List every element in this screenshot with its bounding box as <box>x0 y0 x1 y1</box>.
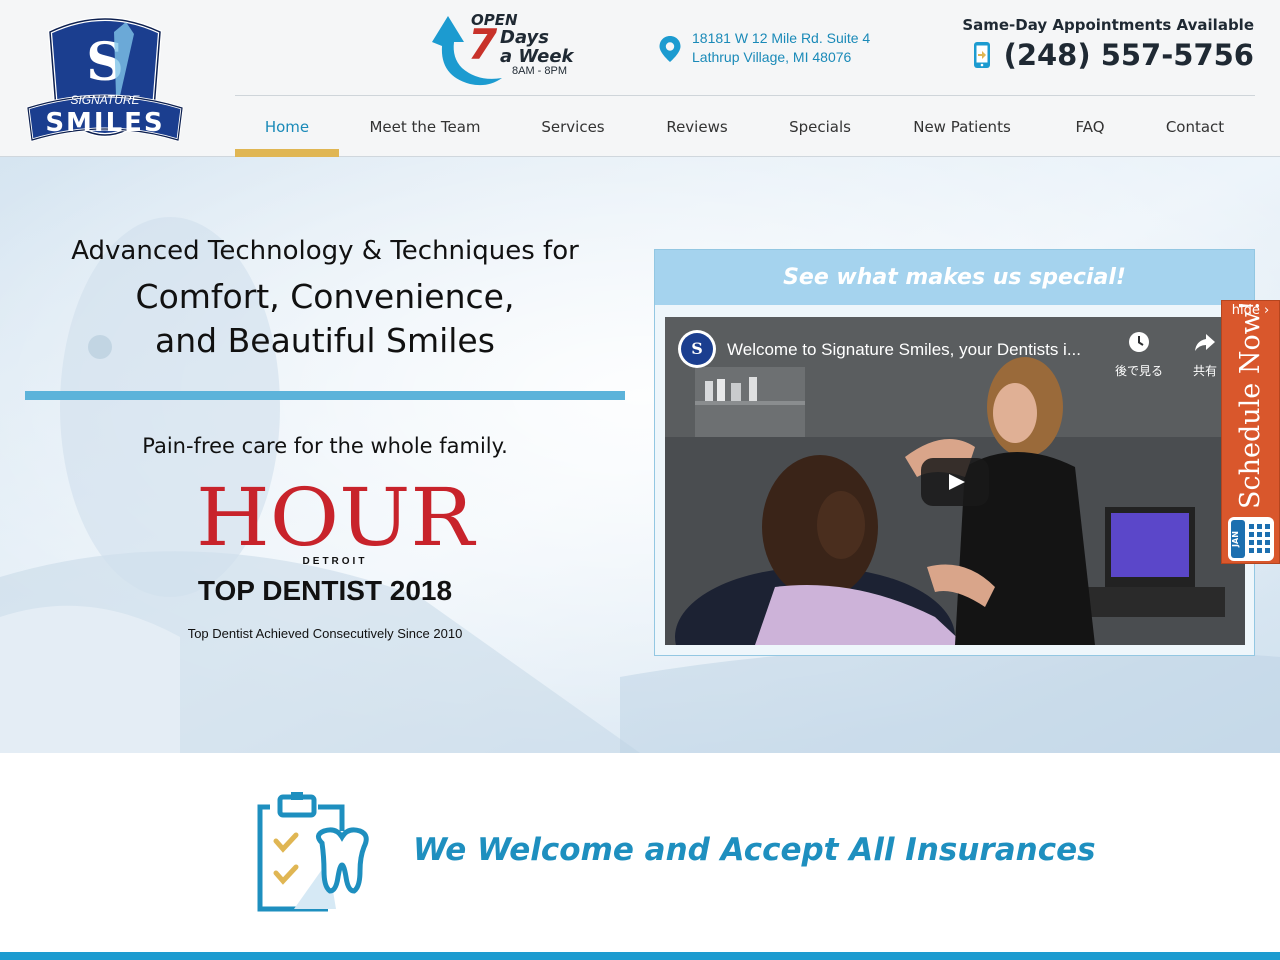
nav-specials-label: Specials <box>789 118 851 136</box>
video-player[interactable]: S Welcome to Signature Smiles, your Dent… <box>665 317 1245 645</box>
logo-top-text: SIGNATURE <box>70 93 140 107</box>
open-days-text: Days a Week <box>500 28 574 66</box>
site-header: S SIGNATURE SMILES OPEN 7 Days a Week 8A… <box>0 0 1280 157</box>
award-subtitle: Top Dentist Achieved Consecutively Since… <box>187 626 463 641</box>
map-pin-icon <box>659 36 681 62</box>
hero-divider-bar <box>25 391 625 400</box>
nav-meet-the-team-label: Meet the Team <box>369 118 481 136</box>
address-line-1: 18181 W 12 Mile Rd. Suite 4 <box>692 30 871 46</box>
nav-services-label: Services <box>541 118 605 136</box>
nav-home[interactable]: Home <box>235 96 339 157</box>
nav-faq[interactable]: FAQ <box>1059 96 1121 157</box>
video-card-heading: See what makes us special! <box>655 250 1254 305</box>
video-card: See what makes us special! S Welcome to … <box>654 249 1255 656</box>
signature-smiles-logo[interactable]: S SIGNATURE SMILES <box>22 12 188 154</box>
hour-detroit-logo: HOUR DETROIT <box>196 479 477 565</box>
award-title: TOP DENTIST 2018 <box>197 575 453 606</box>
mobile-phone-icon <box>974 42 991 68</box>
hero-section: Advanced Technology & Techniques for Com… <box>0 157 1280 753</box>
nav-reviews-label: Reviews <box>666 118 728 136</box>
nav-contact[interactable]: Contact <box>1155 96 1235 157</box>
nav-faq-label: FAQ <box>1075 118 1105 136</box>
hero-headline-2-line-2: and Beautiful Smiles <box>155 321 495 360</box>
open-days-line-2: a Week <box>500 46 574 67</box>
channel-avatar-monogram: S <box>691 339 703 358</box>
nav-active-indicator <box>235 149 339 157</box>
hero-tagline: Pain-free care for the whole family. <box>142 434 508 458</box>
clipboard-tooth-icon <box>257 792 369 912</box>
play-icon <box>949 474 965 490</box>
open-hours: 8AM - 8PM <box>512 65 568 77</box>
open-days-line-1: Days <box>500 27 549 48</box>
address-line-2: Lathrup Village, MI 48076 <box>692 49 852 65</box>
nav-meet-the-team[interactable]: Meet the Team <box>353 96 497 157</box>
main-nav: Home Meet the Team Services Reviews Spec… <box>235 96 1255 157</box>
calendar-month: JAN <box>1231 531 1240 548</box>
hero-headline-2-line-1: Comfort, Convenience, <box>135 277 515 316</box>
open-7-days-badge: OPEN 7 Days a Week 8AM - 8PM <box>428 10 588 88</box>
phone-number[interactable]: (248) 557-5756 <box>1004 38 1254 72</box>
clock-icon <box>1129 332 1149 352</box>
nav-reviews[interactable]: Reviews <box>649 96 745 157</box>
nav-home-label: Home <box>264 118 310 136</box>
schedule-now-label[interactable]: Schedule Now! <box>1232 300 1270 509</box>
nav-services[interactable]: Services <box>525 96 621 157</box>
same-day-appointments: Same-Day Appointments Available <box>962 16 1254 34</box>
address-block[interactable]: 18181 W 12 Mile Rd. Suite 4 Lathrup Vill… <box>658 30 908 72</box>
nav-specials[interactable]: Specials <box>773 96 867 157</box>
logo-bottom-text: SMILES <box>45 108 164 138</box>
watch-later-button[interactable]: 後で見る <box>1109 331 1169 379</box>
calendar-icon: JAN <box>1228 517 1274 561</box>
play-button[interactable] <box>921 458 989 506</box>
channel-avatar[interactable]: S <box>677 329 717 369</box>
bottom-accent-band <box>0 952 1280 960</box>
hour-logo-city: DETROIT <box>303 556 368 565</box>
open-days-number: 7 <box>468 20 498 69</box>
share-arrow-icon <box>1195 334 1215 351</box>
watch-later-label: 後で見る <box>1114 364 1163 378</box>
nav-new-patients[interactable]: New Patients <box>897 96 1027 157</box>
nav-new-patients-label: New Patients <box>913 118 1011 136</box>
nav-contact-label: Contact <box>1165 118 1225 136</box>
insurance-section: We Welcome and Accept All Insurances <box>0 753 1280 952</box>
insurance-message: We Welcome and Accept All Insurances <box>413 832 1096 868</box>
hero-headline-2: Comfort, Convenience, and Beautiful Smil… <box>25 275 625 363</box>
schedule-now-tab[interactable]: hide › Schedule Now! JAN <box>1221 300 1280 564</box>
phone-block[interactable]: (248) 557-5756 <box>972 38 1254 78</box>
hero-headline-1: Advanced Technology & Techniques for <box>71 236 579 266</box>
video-title[interactable]: Welcome to Signature Smiles, your Dentis… <box>727 340 1081 360</box>
hour-logo-word: HOUR <box>196 479 477 564</box>
